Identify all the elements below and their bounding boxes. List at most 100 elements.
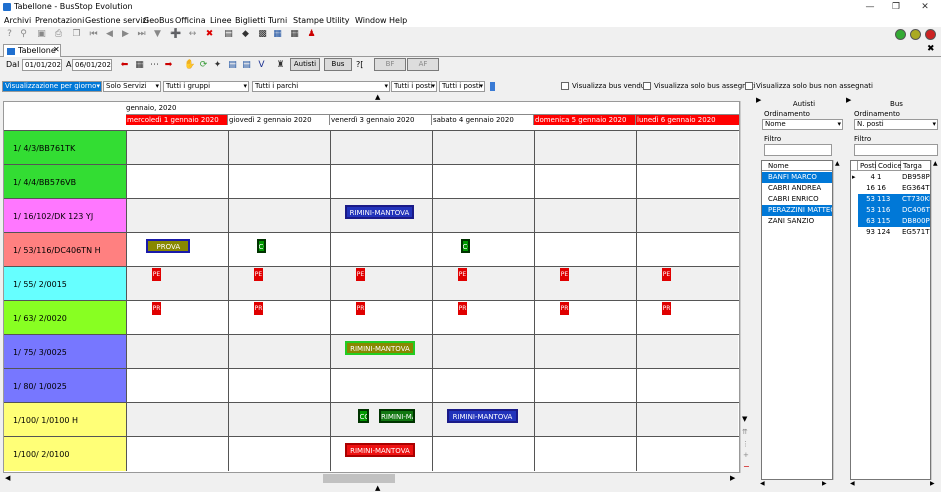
copy-icon[interactable]: ❐ [71,29,82,40]
day-cell[interactable] [432,335,534,369]
row-label[interactable]: 1/ 75/ 3/0025 [4,335,126,369]
day-tag[interactable]: PR [356,302,365,315]
arrow-left-icon[interactable]: ⬅ [119,60,130,71]
pin-icon[interactable]: ⚲ [18,29,29,40]
day-cell[interactable] [534,301,636,335]
day-cell[interactable] [636,369,738,403]
hand-icon[interactable]: ✋ [184,60,195,71]
filter-down-icon[interactable]: ▼ [152,29,163,40]
day-cell[interactable] [534,199,636,233]
bus-filtro-input[interactable] [854,144,938,156]
bus-collapse-icon[interactable]: ▶ [846,96,851,104]
first-record-icon[interactable]: ⏮ [88,29,99,40]
wizard-icon[interactable]: ✦ [212,60,223,71]
day-cell[interactable] [330,267,432,301]
service-event[interactable]: RIMINI-MANTOVA [447,409,518,423]
servizi-select[interactable]: Solo Servizi [103,81,161,92]
menu-help[interactable]: Help [389,16,407,25]
day-cell[interactable] [126,335,228,369]
plus-icon[interactable]: + [743,451,749,459]
menu-turni[interactable]: Turni [268,16,287,25]
autista-item[interactable]: CABRI ANDREA [762,183,832,194]
day-tag[interactable]: PE [356,268,365,281]
last-record-icon[interactable]: ⏭ [136,29,147,40]
day-cell[interactable] [330,165,432,199]
day-cell[interactable] [534,437,636,471]
day-cell[interactable] [636,267,738,301]
day-cell[interactable] [228,335,330,369]
day-cell[interactable] [228,301,330,335]
menu-gestione-servizi[interactable]: Gestione servizi [85,16,149,25]
day-cell[interactable] [534,369,636,403]
bus-item[interactable]: 53113CT730KD [851,194,930,205]
day-cell[interactable] [228,233,330,267]
bus-item[interactable]: 93 124 EG571TE [851,227,930,238]
bus-item[interactable]: 63115DB800PX [851,216,930,227]
day-cell[interactable] [228,165,330,199]
autista-item[interactable]: ZANI SANZIO [762,216,832,227]
day-cell[interactable] [432,131,534,165]
day-cell[interactable] [534,267,636,301]
bus-col-codice[interactable]: Codice [876,161,902,171]
day-cell[interactable] [636,131,738,165]
posti2-select[interactable]: Tutti i posti [439,81,485,92]
status-red-icon[interactable] [925,29,936,40]
day-cell[interactable] [126,437,228,471]
chk-non-assegnati[interactable] [745,82,753,90]
menu-officina[interactable]: Officina [175,16,206,25]
bus-scroll-left-icon[interactable]: ◀ [850,480,855,487]
slider-handle[interactable] [490,82,495,91]
service-event[interactable]: PROVA [146,239,191,253]
minimize-button[interactable]: — [859,0,881,14]
tab-tabellone[interactable]: Tabellone ✕ [3,44,61,57]
bus-driver-icon[interactable]: ♜ [275,60,286,71]
autista-item[interactable]: BANFI MARCO [762,172,832,183]
posti1-select[interactable]: Tutti i posti [391,81,437,92]
menu-stampe[interactable]: Stampe [293,16,324,25]
bus-item[interactable]: ▸ 41 DB958PX [851,172,930,183]
service-event[interactable]: RIMINI-MANTOVA [345,205,414,219]
row-label[interactable]: 1/ 16/102/DK 123 YJ [4,199,126,233]
status-green-icon[interactable] [895,29,906,40]
day-cell[interactable] [432,437,534,471]
day-cell[interactable] [534,403,636,437]
dal-date-input[interactable]: 01/01/2020 [22,59,62,71]
day-tag[interactable]: PR [458,302,467,315]
users-icon[interactable]: ♟ [306,29,317,40]
bus-col-posti[interactable]: Posti [858,161,877,171]
day-cell[interactable] [330,301,432,335]
day-cell[interactable] [636,199,738,233]
day-cell[interactable] [636,437,738,471]
day-cell[interactable] [330,131,432,165]
menu-linee[interactable]: Linee [210,16,232,25]
day-cell[interactable] [432,233,534,267]
autisti-col-nome[interactable]: Nome [762,161,832,171]
window-icon[interactable]: ▩ [257,29,268,40]
grid-icon[interactable]: ▦ [289,29,300,40]
row-label[interactable]: 1/ 53/116/DC406TN H [4,233,126,267]
menu-prenotazioni[interactable]: Prenotazioni [35,16,84,25]
autisti-scroll-left-icon[interactable]: ◀ [760,480,765,487]
scroll-down-icon[interactable]: ▼ [742,415,747,423]
menu-geobus[interactable]: GeoBus [143,16,174,25]
hscroll-thumb[interactable] [323,474,395,483]
calendar-icon[interactable]: ▦ [134,60,145,71]
autisti-button[interactable]: Autisti [290,58,320,71]
day-cell[interactable] [432,369,534,403]
day-cell[interactable] [534,335,636,369]
bf-button[interactable]: BF [374,58,406,71]
bus-col-targa[interactable]: Targa [901,161,930,171]
zoom-in-icon[interactable]: ⇈ [742,428,748,436]
eraser-icon[interactable]: ◆ [240,29,251,40]
calculator-icon[interactable]: ▦ [272,29,283,40]
day-cell[interactable] [228,199,330,233]
layout-icon[interactable]: ▤ [227,60,238,71]
autisti-vscroll[interactable]: ▲ [833,160,843,480]
layout2-icon[interactable]: ▤ [241,60,252,71]
day-cell[interactable] [432,301,534,335]
menu-utility[interactable]: Utility [326,16,350,25]
maximize-button[interactable]: ❐ [885,0,907,14]
day-cell[interactable] [228,437,330,471]
row-label[interactable]: 1/ 4/3/BB761TK [4,131,126,165]
day-cell[interactable] [126,369,228,403]
